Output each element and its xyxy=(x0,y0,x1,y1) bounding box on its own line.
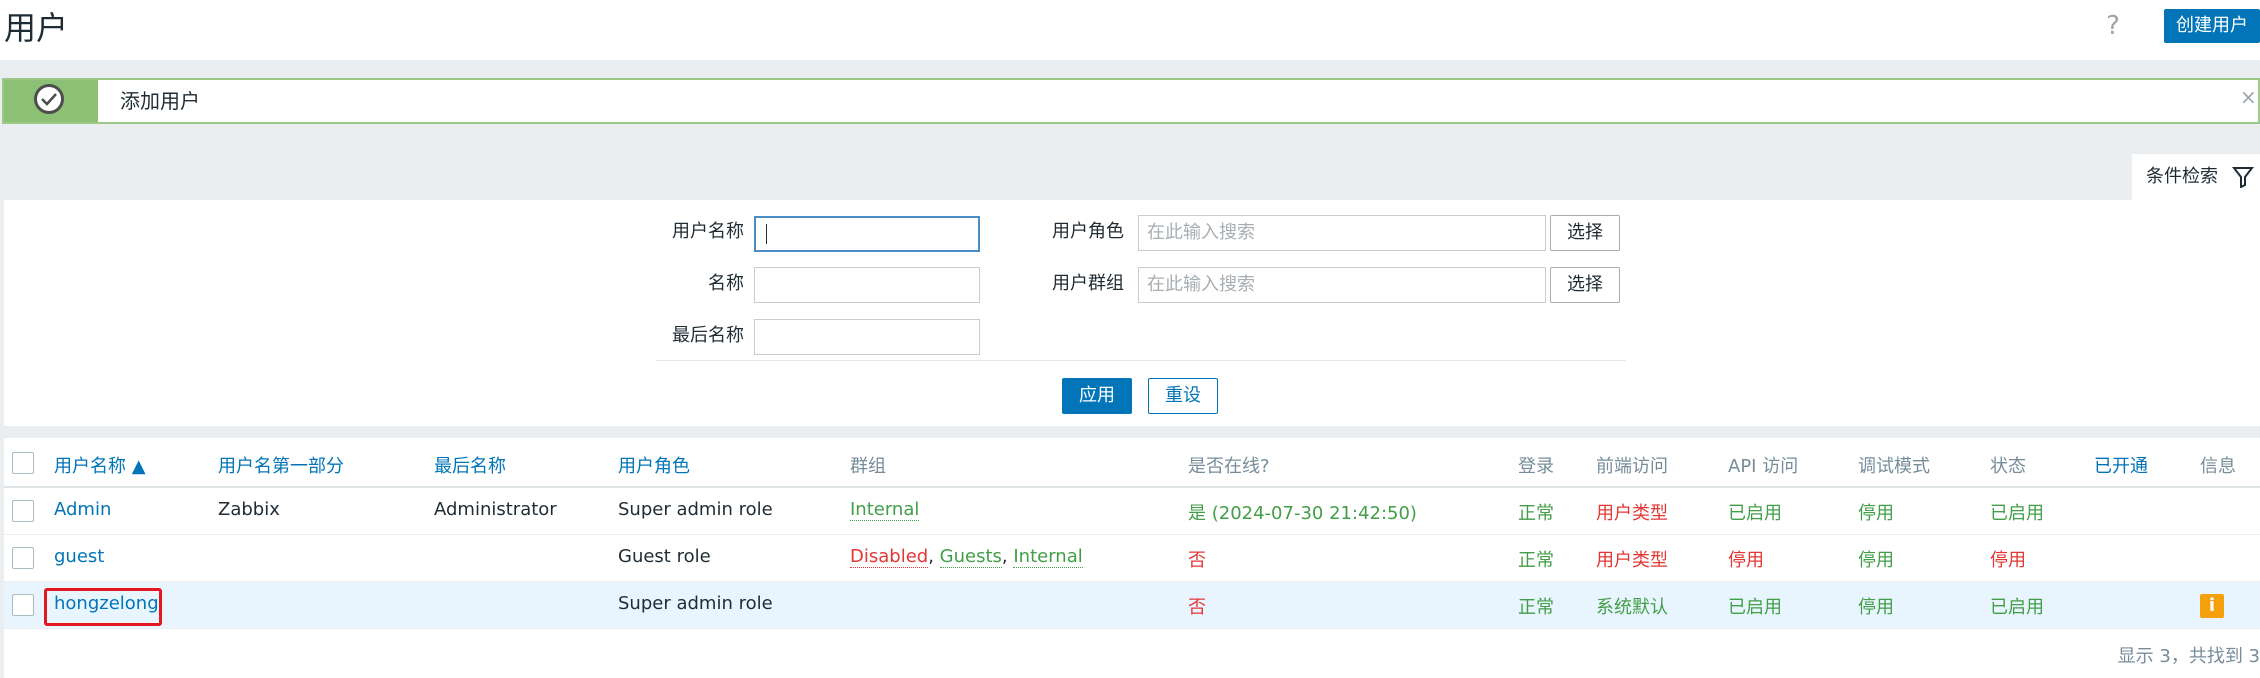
table-row: Admin Zabbix Administrator Super admin r… xyxy=(4,488,2260,534)
column-header-provisioned[interactable]: 已开通 xyxy=(2094,452,2148,478)
column-header-api: API 访问 xyxy=(1728,456,1799,477)
apply-button[interactable]: 应用 xyxy=(1062,378,1132,414)
user-group-select-button[interactable]: 选择 xyxy=(1550,267,1620,303)
column-header-debug: 调试模式 xyxy=(1858,456,1930,477)
frontend-access: 用户类型 xyxy=(1596,550,1668,571)
lastname-input[interactable] xyxy=(754,319,980,355)
role-cell: Super admin role xyxy=(618,499,773,520)
groups-cell: Internal xyxy=(850,499,920,521)
surname-cell: Administrator xyxy=(434,499,557,520)
online-cell: 否 xyxy=(1188,550,1206,571)
filter-tab-label: 条件检索 xyxy=(2146,166,2218,187)
checkmark-icon xyxy=(34,84,64,114)
row-checkbox[interactable] xyxy=(12,594,34,616)
online-cell: 是 (2024-07-30 21:42:50) xyxy=(1188,503,1417,524)
info-icon[interactable]: i xyxy=(2200,594,2224,618)
lastname-label: 最后名称 xyxy=(672,325,744,346)
username-label: 用户名称 xyxy=(672,221,744,242)
group-separator: , xyxy=(1001,546,1014,567)
column-header-groups: 群组 xyxy=(850,456,886,477)
select-all-checkbox[interactable] xyxy=(12,452,34,474)
login-status: 正常 xyxy=(1518,597,1554,618)
name-label: 名称 xyxy=(708,273,744,294)
column-header-frontend: 前端访问 xyxy=(1596,456,1668,477)
column-header-surname[interactable]: 最后名称 xyxy=(434,452,506,478)
column-header-role[interactable]: 用户角色 xyxy=(618,452,690,478)
user-group-label: 用户群组 xyxy=(1052,273,1124,294)
username-input[interactable] xyxy=(754,216,980,252)
filter-divider xyxy=(656,360,1626,361)
role-cell: Guest role xyxy=(618,546,711,567)
filter-tab[interactable]: 条件检索 xyxy=(2132,154,2260,200)
group-link[interactable]: Internal xyxy=(1013,546,1083,568)
filter-panel: 用户名称 名称 最后名称 用户角色 在此输入搜索 选择 用户群组 在此输入搜索 … xyxy=(4,200,2260,426)
debug-mode: 停用 xyxy=(1858,597,1894,618)
name-cell: Zabbix xyxy=(218,499,280,520)
login-status: 正常 xyxy=(1518,550,1554,571)
frontend-access: 系统默认 xyxy=(1596,597,1668,618)
table-row: guest Guest role Disabled, Guests, Inter… xyxy=(4,535,2260,581)
debug-mode: 停用 xyxy=(1858,550,1894,571)
page-header: 用户 ? 创建用户 xyxy=(0,0,2260,60)
funnel-icon xyxy=(2232,167,2254,188)
user-status: 已启用 xyxy=(1990,597,2044,618)
help-icon[interactable]: ? xyxy=(2098,8,2128,44)
group-link[interactable]: Internal xyxy=(850,499,920,521)
highlight-box xyxy=(44,588,162,626)
users-table: 用户名称 ▲ 用户名第一部分 最后名称 用户角色 群组 是否在线? 登录 前端访… xyxy=(4,438,2260,678)
row-divider xyxy=(4,628,2260,629)
role-cell: Super admin role xyxy=(618,593,773,614)
create-user-button[interactable]: 创建用户 xyxy=(2164,9,2260,43)
column-header-name[interactable]: 用户名第一部分 xyxy=(218,452,344,478)
login-status: 正常 xyxy=(1518,503,1554,524)
name-input[interactable] xyxy=(754,267,980,303)
user-role-select-button[interactable]: 选择 xyxy=(1550,215,1620,251)
groups-cell: Disabled, Guests, Internal xyxy=(850,546,1083,568)
frontend-access: 用户类型 xyxy=(1596,503,1668,524)
page-title: 用户 xyxy=(4,9,69,47)
success-message: 添加用户 × xyxy=(2,78,2260,124)
user-status: 停用 xyxy=(1990,550,2026,571)
success-icon-box xyxy=(4,80,98,122)
column-header-username[interactable]: 用户名称 ▲ xyxy=(54,452,146,478)
column-header-online: 是否在线? xyxy=(1188,456,1270,477)
column-header-status: 状态 xyxy=(1990,456,2026,477)
group-separator: , xyxy=(928,546,940,567)
user-role-label: 用户角色 xyxy=(1052,221,1124,242)
api-access: 已启用 xyxy=(1728,503,1782,524)
group-link[interactable]: Guests xyxy=(939,546,1002,568)
username-link[interactable]: Admin xyxy=(54,499,111,520)
online-cell: 否 xyxy=(1188,597,1206,618)
reset-button[interactable]: 重设 xyxy=(1148,378,1218,414)
username-link[interactable]: guest xyxy=(54,546,104,567)
text-cursor xyxy=(766,224,767,244)
column-header-info: 信息 xyxy=(2200,456,2236,477)
debug-mode: 停用 xyxy=(1858,503,1894,524)
row-checkbox[interactable] xyxy=(12,547,34,569)
row-checkbox[interactable] xyxy=(12,500,34,522)
user-role-input[interactable]: 在此输入搜索 xyxy=(1138,215,1546,251)
table-footer-count: 显示 3，共找到 3 xyxy=(2117,646,2260,667)
success-message-text: 添加用户 xyxy=(120,89,200,113)
group-link[interactable]: Disabled xyxy=(850,546,929,568)
user-group-input[interactable]: 在此输入搜索 xyxy=(1138,267,1546,303)
api-access: 停用 xyxy=(1728,550,1764,571)
table-row: hongzelong Super admin role 否 正常 系统默认 已启… xyxy=(4,582,2260,628)
column-header-login: 登录 xyxy=(1518,456,1554,477)
user-status: 已启用 xyxy=(1990,503,2044,524)
close-icon[interactable]: × xyxy=(2240,82,2257,112)
api-access: 已启用 xyxy=(1728,597,1782,618)
